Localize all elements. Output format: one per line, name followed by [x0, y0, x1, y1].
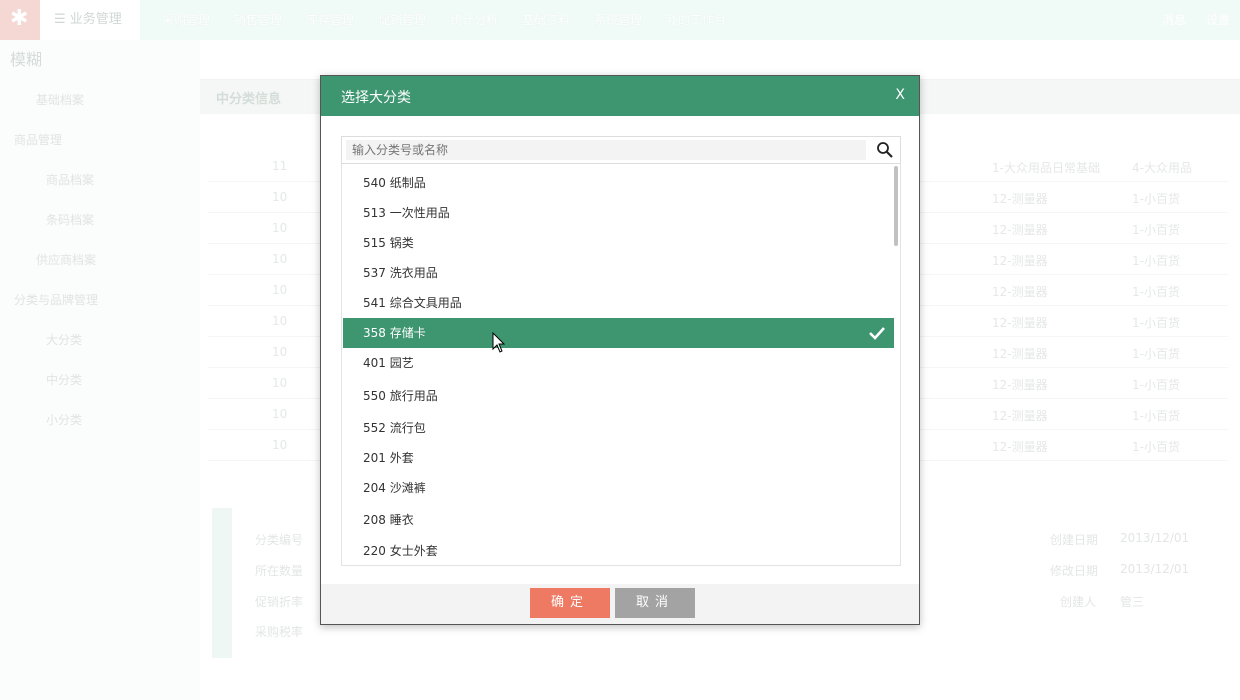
search-icon[interactable] [876, 141, 894, 159]
list-item[interactable]: 515 锅类 [343, 228, 894, 258]
search-input[interactable] [346, 140, 866, 160]
select-category-dialog: 选择大分类 X 540 纸制品513 一次性用品515 锅类537 洗衣用品54… [320, 75, 920, 625]
mouse-cursor-icon [492, 332, 506, 353]
dialog-title: 选择大分类 [341, 90, 411, 106]
search-box [341, 136, 901, 164]
category-list[interactable]: 540 纸制品 513 一次性用品 515 锅类 537 洗衣用品 541 综合文具用品… [341, 164, 901, 566]
list-item[interactable]: 201 外套 [343, 443, 894, 473]
list-item-label: 515 锅类 [363, 236, 414, 250]
list-item-label: 201 外套 [363, 451, 414, 465]
list-item-label: 513 一次性用品 [363, 206, 450, 220]
list-item[interactable]: 204 沙滩裤 [343, 473, 894, 503]
checkmark-icon [869, 327, 885, 340]
list-item-label: 540 纸制品 [363, 176, 426, 190]
list-item[interactable]: 541 综合文具用品 [343, 288, 894, 318]
list-item[interactable]: 208 睡衣 [343, 505, 894, 535]
list-item[interactable]: 537 洗衣用品 [343, 258, 894, 288]
list-item[interactable]: 513 一次性用品 [343, 198, 894, 228]
list-item-label: 220 女士外套 [363, 544, 438, 558]
list-item-label: 204 沙滩裤 [363, 481, 426, 495]
list-item[interactable]: 220 女士外套 [343, 536, 894, 565]
list-item-label: 208 睡衣 [363, 513, 414, 527]
list-item[interactable]: 540 纸制品 [343, 168, 894, 198]
list-item-selected[interactable]: 358 存储卡 [343, 318, 894, 348]
cancel-button[interactable]: 取消 [615, 588, 695, 618]
list-item[interactable]: 550 旅行用品 [343, 381, 894, 411]
list-item[interactable]: 401 园艺 [343, 348, 894, 378]
list-item-label: 552 流行包 [363, 421, 426, 435]
dialog-header: 选择大分类 X [321, 76, 919, 116]
list-item[interactable]: 552 流行包 [343, 413, 894, 443]
list-item-label: 537 洗衣用品 [363, 266, 438, 280]
close-button[interactable]: X [895, 87, 905, 103]
confirm-button[interactable]: 确定 [530, 588, 610, 618]
list-item-label: 401 园艺 [363, 356, 414, 370]
list-item-label: 541 综合文具用品 [363, 296, 462, 310]
list-item-label: 358 存储卡 [363, 326, 426, 340]
list-item-label: 550 旅行用品 [363, 389, 438, 403]
dialog-footer: 确定 取消 [321, 584, 919, 624]
scrollbar[interactable] [894, 166, 898, 246]
